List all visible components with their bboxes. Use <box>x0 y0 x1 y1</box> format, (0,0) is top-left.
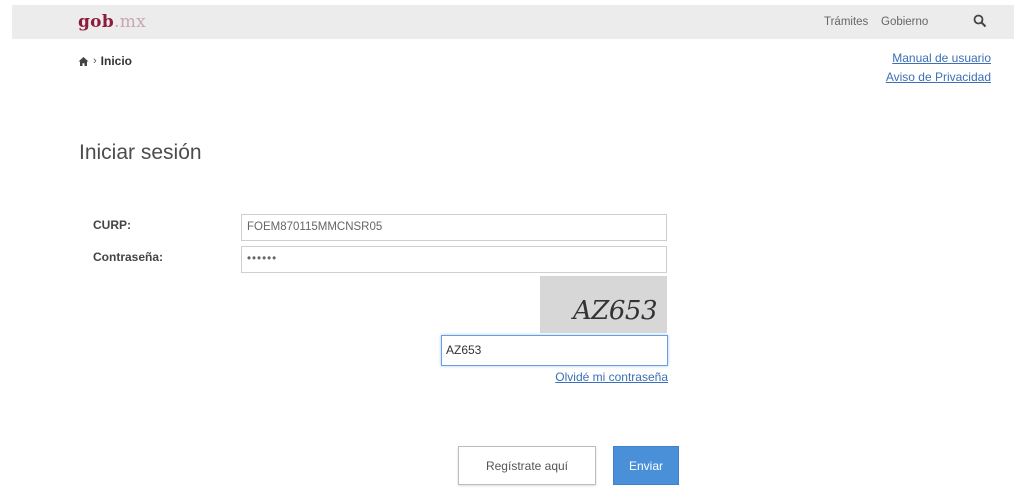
register-button[interactable]: Regístrate aquí <box>458 446 596 485</box>
breadcrumb-current: Inicio <box>100 54 133 68</box>
page: gob.mx Trámites Gobierno › Inicio Manual… <box>0 0 1022 499</box>
page-title: Iniciar sesión <box>79 141 202 164</box>
brand-tld: .mx <box>114 12 147 32</box>
breadcrumb-separator: › <box>93 55 97 67</box>
captcha-input[interactable]: AZ653 <box>441 335 668 366</box>
brand-main: gob <box>78 12 115 32</box>
password-input[interactable]: •••••• <box>241 246 667 273</box>
password-label: Contraseña: <box>93 250 164 264</box>
curp-label: CURP: <box>93 218 131 232</box>
nav-link-tramites[interactable]: Trámites <box>824 16 868 28</box>
forgot-password-link[interactable]: Olvidé mi contraseña <box>555 370 668 384</box>
captcha-text: AZ653 <box>573 296 657 326</box>
curp-input[interactable]: FOEM870115MMCNSR05 <box>241 214 667 241</box>
breadcrumb: › Inicio <box>78 54 132 68</box>
manual-de-usuario-link[interactable]: Manual de usuario <box>892 51 991 65</box>
nav-link-gobierno[interactable]: Gobierno <box>881 16 928 28</box>
submit-button[interactable]: Enviar <box>613 446 679 485</box>
gobmx-logo[interactable]: gob.mx <box>78 12 146 32</box>
captcha-image: AZ653 <box>540 276 667 333</box>
aviso-de-privacidad-link[interactable]: Aviso de Privacidad <box>886 70 991 84</box>
home-icon[interactable] <box>78 56 89 67</box>
search-icon[interactable] <box>972 13 988 29</box>
top-navbar: gob.mx Trámites Gobierno <box>12 5 1014 39</box>
